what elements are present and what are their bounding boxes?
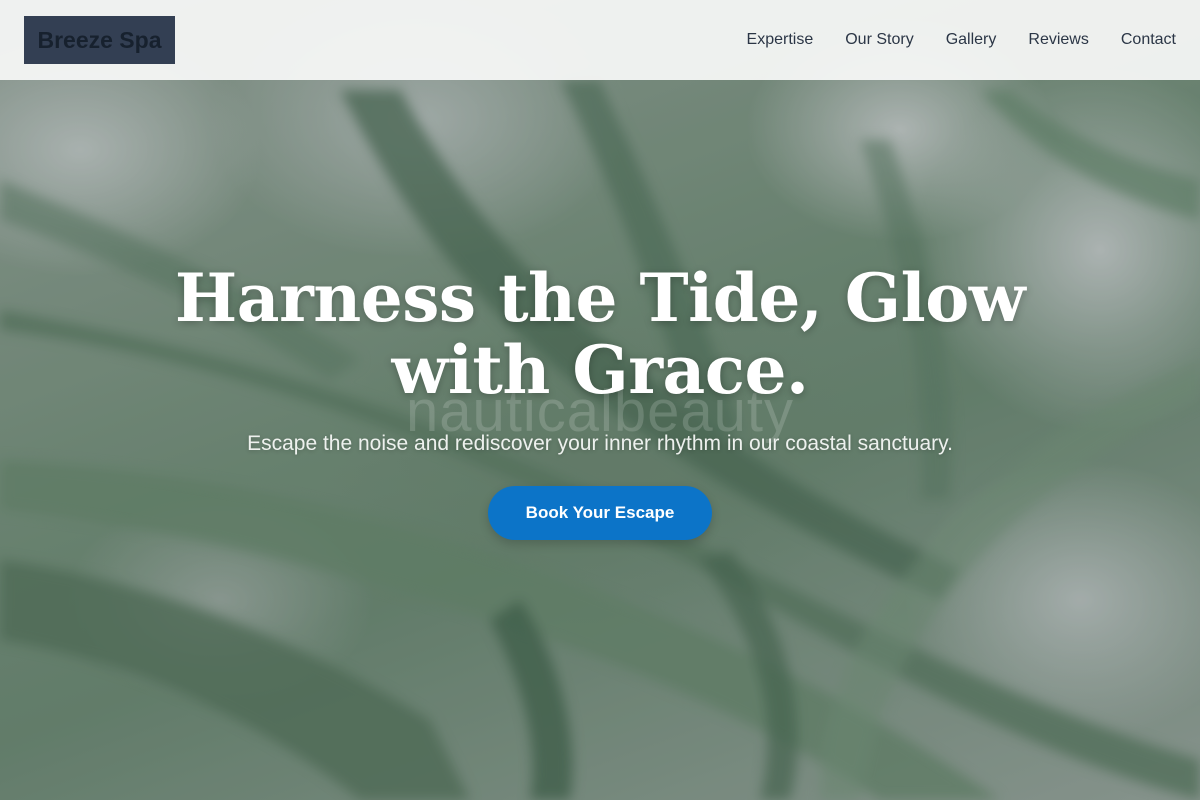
hero-title-line-1: Harness the Tide, Glow xyxy=(174,259,1026,337)
book-escape-button[interactable]: Book Your Escape xyxy=(488,486,712,540)
hero-title-line-2: with Grace. xyxy=(391,331,809,409)
nav-link-expertise[interactable]: Expertise xyxy=(747,31,814,49)
main-nav: Expertise Our Story Gallery Reviews Cont… xyxy=(715,31,1176,49)
nav-link-contact[interactable]: Contact xyxy=(1121,31,1176,49)
hero-subtitle: Escape the noise and rediscover your inn… xyxy=(247,432,953,455)
logo-text: Breeze Spa xyxy=(37,26,162,53)
site-header: Breeze Spa Expertise Our Story Gallery R… xyxy=(0,0,1200,80)
nav-link-gallery[interactable]: Gallery xyxy=(946,31,997,49)
nav-link-our-story[interactable]: Our Story xyxy=(845,31,913,49)
hero-section: Harness the Tide, Glow with Grace. Escap… xyxy=(0,262,1200,540)
hero-title: Harness the Tide, Glow with Grace. xyxy=(0,262,1200,406)
nav-link-reviews[interactable]: Reviews xyxy=(1028,31,1088,49)
site-logo[interactable]: Breeze Spa xyxy=(24,16,175,64)
